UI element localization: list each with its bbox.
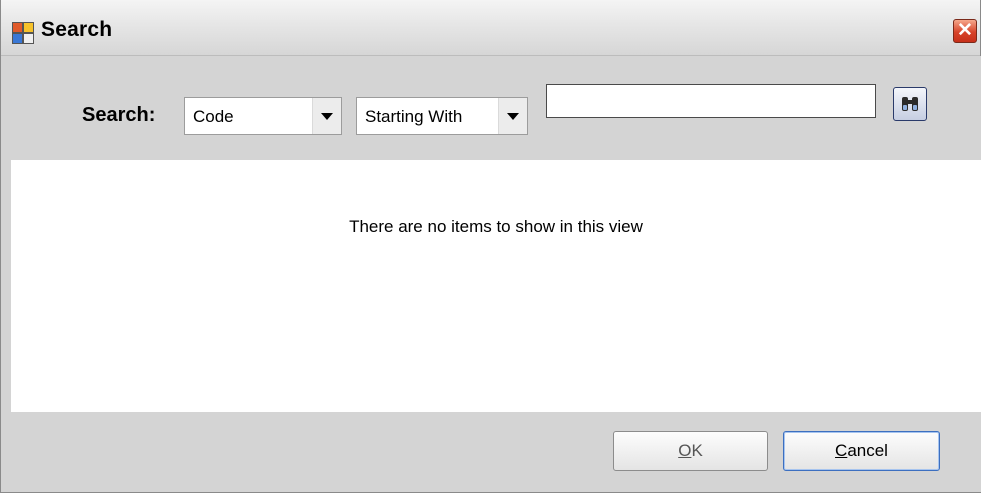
search-input[interactable]	[546, 84, 876, 118]
dialog-footer: OK Cancel	[2, 412, 981, 492]
results-list[interactable]: There are no items to show in this view	[11, 160, 981, 412]
window-title: Search	[41, 18, 113, 41]
title-bar[interactable]: Search ✕	[1, 0, 980, 56]
search-field-value: Code	[193, 107, 234, 126]
match-operator-value: Starting With	[365, 107, 463, 126]
chevron-down-icon[interactable]	[312, 98, 341, 134]
search-toolbar: Search: Code Starting With	[2, 56, 981, 160]
binoculars-icon	[902, 97, 918, 111]
cancel-button[interactable]: Cancel	[783, 431, 940, 471]
match-operator-dropdown[interactable]: Starting With	[356, 97, 528, 135]
cancel-mnemonic: C	[835, 441, 848, 460]
ok-mnemonic: O	[678, 441, 692, 460]
app-icon	[12, 22, 34, 44]
search-dialog: Search ✕ Search: Code Starting With Ther…	[0, 0, 981, 493]
search-field-dropdown[interactable]: Code	[184, 97, 342, 135]
close-icon: ✕	[957, 20, 973, 41]
cancel-label-rest: ancel	[847, 441, 888, 460]
empty-list-message: There are no items to show in this view	[349, 217, 643, 236]
search-label: Search:	[82, 104, 156, 126]
ok-button[interactable]: OK	[613, 431, 768, 471]
find-button[interactable]	[893, 87, 927, 121]
ok-label-rest: K	[691, 441, 703, 460]
chevron-down-icon[interactable]	[498, 98, 527, 134]
close-button[interactable]: ✕	[953, 19, 977, 43]
